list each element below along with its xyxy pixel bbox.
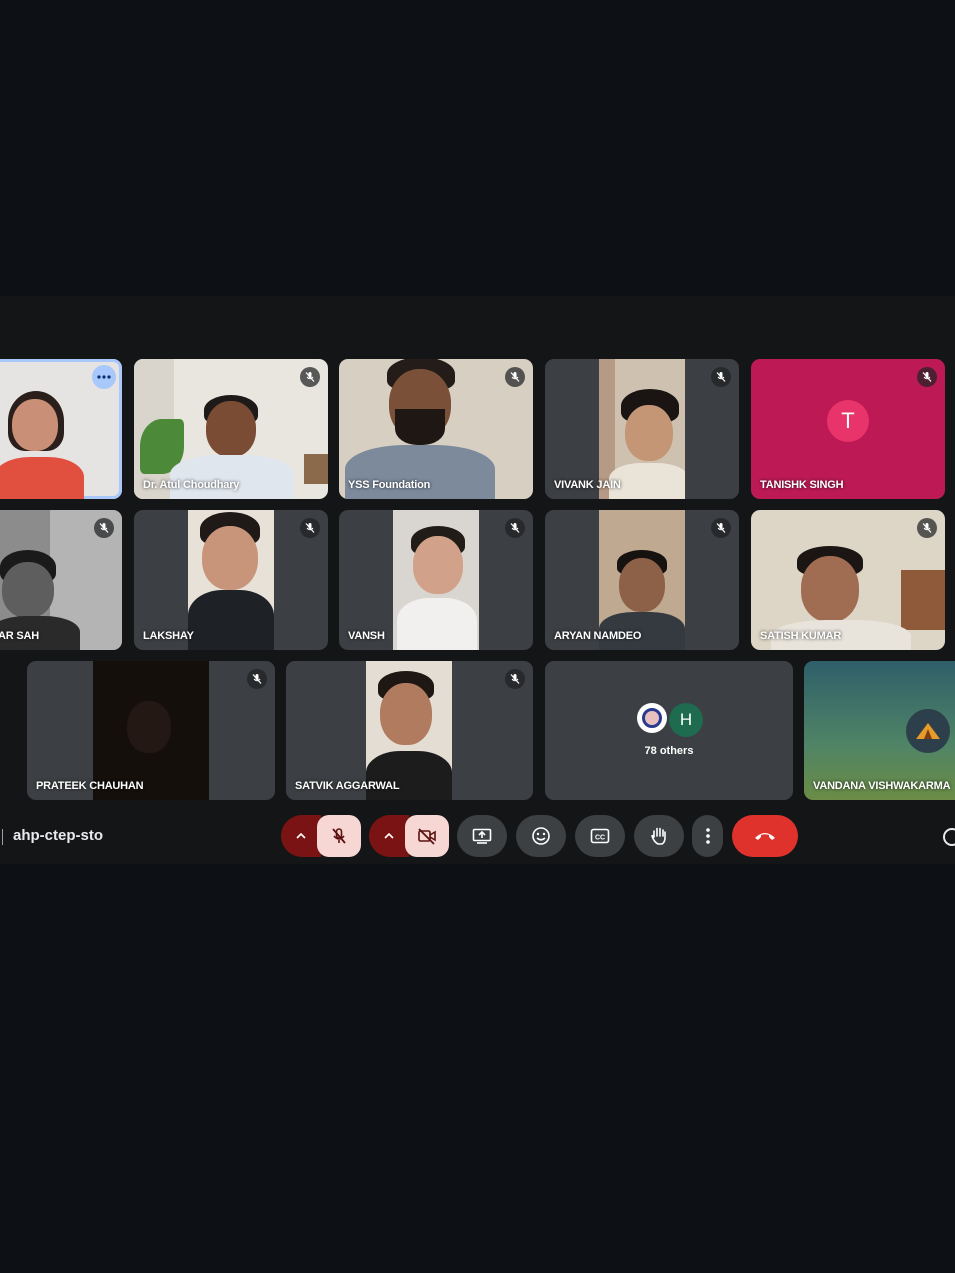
meet-window: Dr. Atul Choudhary YSS Foundation VIVANK… [0, 296, 955, 864]
chevron-up-icon [296, 833, 306, 839]
reactions-button[interactable] [516, 815, 566, 857]
mic-off-icon [505, 518, 525, 538]
svg-text:CC: CC [595, 835, 605, 842]
participant-tile[interactable]: VIVANK JAIN [545, 359, 739, 499]
participant-name: VANDANA VISHWAKARMA [813, 780, 951, 792]
mic-off-icon [94, 518, 114, 538]
participant-name: PRATEEK CHAUHAN [36, 780, 144, 792]
others-count: 78 others [644, 745, 694, 757]
audio-settings-button[interactable] [281, 815, 321, 857]
more-options-button[interactable] [692, 815, 723, 857]
mic-off-icon [917, 367, 937, 387]
avatar: H [669, 703, 703, 737]
chevron-up-icon [384, 833, 394, 839]
avatar: T [827, 400, 869, 442]
raise-hand-button[interactable] [634, 815, 684, 857]
participant-tile[interactable]: VANDANA VISHWAKARMA [804, 661, 955, 800]
raise-hand-icon [651, 827, 666, 845]
emoji-icon [532, 827, 550, 845]
participant-name: ARYAN NAMDEO [554, 630, 642, 642]
info-icon[interactable] [943, 828, 955, 846]
participant-name: SATISH KUMAR [760, 630, 842, 642]
mic-toggle-button[interactable] [317, 815, 361, 857]
captions-button[interactable]: CC [575, 815, 625, 857]
more-options-icon[interactable] [92, 365, 116, 389]
mic-off-icon [332, 828, 346, 844]
meeting-code: ahp-ctep-sto [13, 827, 103, 844]
others-tile[interactable]: H 78 others [545, 661, 793, 800]
participant-tile[interactable]: Dr. Atul Choudhary [134, 359, 328, 499]
mic-off-icon [300, 518, 320, 538]
mic-off-icon [505, 367, 525, 387]
participant-name: YSS Foundation [348, 479, 431, 491]
camera-toggle-button[interactable] [405, 815, 449, 857]
participant-tile[interactable]: SATVIK AGGARWAL [286, 661, 533, 800]
end-call-icon [755, 833, 775, 840]
participant-name: SATVIK AGGARWAL [295, 780, 400, 792]
mic-off-icon [711, 367, 731, 387]
divider [2, 829, 3, 845]
mic-off-icon [711, 518, 731, 538]
participant-tile[interactable]: PRATEEK CHAUHAN [27, 661, 275, 800]
participant-name: TANISHK SINGH [760, 479, 844, 491]
participant-tile[interactable]: ARYAN NAMDEO [545, 510, 739, 650]
present-screen-icon [472, 828, 492, 844]
participant-tile[interactable]: AR SAH [0, 510, 122, 650]
org-logo-avatar [637, 703, 667, 733]
participant-tile[interactable]: YSS Foundation [339, 359, 533, 499]
participant-name: VIVANK JAIN [554, 479, 621, 491]
participant-tile[interactable] [0, 359, 122, 499]
captions-icon: CC [590, 828, 610, 844]
participant-tile[interactable]: SATISH KUMAR [751, 510, 945, 650]
mic-off-icon [300, 367, 320, 387]
mic-off-icon [917, 518, 937, 538]
more-vert-icon [705, 828, 710, 844]
participant-tile[interactable]: VANSH [339, 510, 533, 650]
tent-icon [906, 709, 950, 753]
camera-off-icon [418, 828, 436, 845]
video-settings-button[interactable] [369, 815, 409, 857]
participant-name: Dr. Atul Choudhary [143, 479, 240, 491]
mic-off-icon [247, 669, 267, 689]
present-screen-button[interactable] [457, 815, 507, 857]
participant-tile[interactable]: T TANISHK SINGH [751, 359, 945, 499]
participant-tile[interactable]: LAKSHAY [134, 510, 328, 650]
leave-call-button[interactable] [732, 815, 798, 857]
participant-name: VANSH [348, 630, 385, 642]
participant-name: LAKSHAY [143, 630, 194, 642]
mic-off-icon [505, 669, 525, 689]
participant-name: AR SAH [0, 630, 39, 642]
